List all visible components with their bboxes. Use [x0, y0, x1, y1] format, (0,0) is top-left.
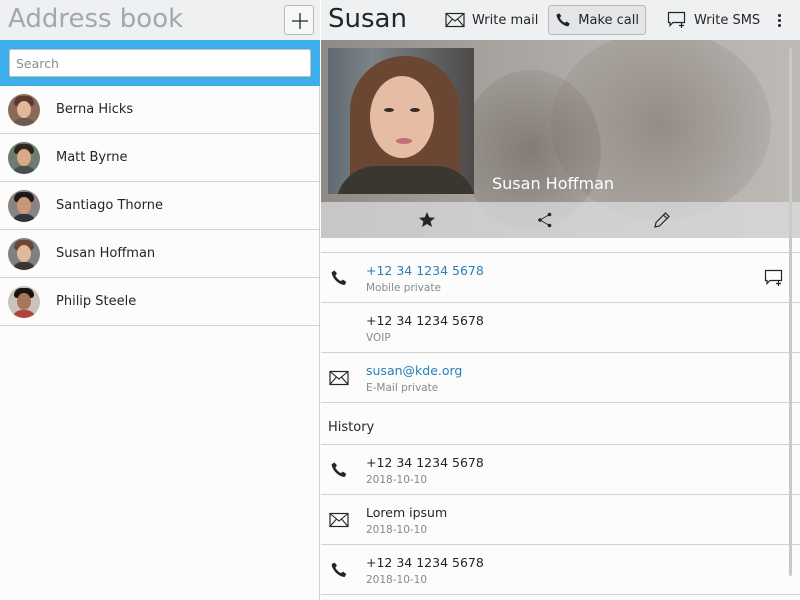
star-icon[interactable]	[417, 210, 437, 230]
address-book-pane: Address book Berna Hicks Matt Byrne Sant…	[0, 0, 320, 600]
write-mail-label: Write mail	[472, 12, 539, 28]
envelope-icon	[329, 370, 349, 386]
email-row[interactable]: susan@kde.org E-Mail private	[321, 353, 800, 403]
make-call-button[interactable]: Make call	[548, 5, 646, 35]
phone-number-link[interactable]: +12 34 1234 5678	[366, 263, 484, 278]
contact-name: Matt Byrne	[56, 150, 128, 165]
send-sms-icon[interactable]	[764, 269, 784, 287]
voip-type-label: VOIP	[366, 332, 391, 344]
phone-row-mobile[interactable]: +12 34 1234 5678 Mobile private	[321, 253, 800, 303]
contact-details: +12 34 1234 5678 Mobile private +12 34 1…	[321, 238, 800, 595]
phone-icon	[331, 270, 347, 285]
avatar	[8, 286, 40, 318]
history-item-title: +12 34 1234 5678	[366, 455, 484, 470]
email-link[interactable]: susan@kde.org	[366, 363, 462, 378]
history-title: History	[328, 420, 375, 435]
add-contact-button[interactable]	[284, 5, 314, 35]
history-section-header: History	[321, 403, 800, 445]
phone-type-label: Mobile private	[366, 282, 441, 294]
write-mail-button[interactable]: Write mail	[439, 5, 544, 35]
address-book-header: Address book	[0, 0, 320, 40]
contact-header: Susan Hoffman	[321, 40, 800, 238]
contact-item-susan-hoffman[interactable]: Susan Hoffman	[0, 230, 320, 278]
write-sms-button[interactable]: Write SMS	[661, 5, 766, 35]
search-input[interactable]	[9, 49, 311, 77]
contact-photo	[328, 48, 474, 194]
voip-number: +12 34 1234 5678	[366, 313, 484, 328]
scrollbar[interactable]	[789, 48, 792, 576]
history-item[interactable]: +12 34 1234 5678 2018-10-10	[321, 445, 800, 495]
phone-icon	[556, 13, 570, 27]
page-title: Susan	[328, 4, 407, 34]
history-item[interactable]: +12 34 1234 5678 2018-10-10	[321, 545, 800, 595]
avatar	[8, 142, 40, 174]
envelope-icon	[329, 512, 349, 528]
contact-name: Berna Hicks	[56, 102, 134, 117]
avatar	[8, 94, 40, 126]
contact-name: Santiago Thorne	[56, 198, 163, 213]
plus-icon	[292, 13, 308, 29]
contact-item-berna-hicks[interactable]: Berna Hicks	[0, 86, 320, 134]
share-icon[interactable]	[535, 210, 555, 230]
make-call-label: Make call	[578, 12, 639, 28]
phone-row-voip[interactable]: +12 34 1234 5678 VOIP	[321, 303, 800, 353]
contact-name: Philip Steele	[56, 294, 137, 309]
write-sms-label: Write SMS	[694, 12, 761, 28]
avatar	[8, 190, 40, 222]
contact-name: Susan Hoffman	[56, 246, 156, 261]
history-item-date: 2018-10-10	[366, 574, 428, 586]
avatar	[8, 238, 40, 270]
contact-full-name: Susan Hoffman	[492, 174, 615, 193]
detail-header: Susan Write mail Make call Write SMS	[321, 0, 800, 40]
phone-icon	[331, 462, 347, 477]
overflow-menu-icon[interactable]	[771, 8, 787, 32]
envelope-icon	[445, 12, 465, 28]
contact-detail-pane: Susan Write mail Make call Write SMS Sus…	[321, 0, 800, 600]
edit-icon[interactable]	[652, 210, 672, 230]
contact-item-philip-steele[interactable]: Philip Steele	[0, 278, 320, 326]
contact-item-matt-byrne[interactable]: Matt Byrne	[0, 134, 320, 182]
history-item-title: Lorem ipsum	[366, 505, 448, 520]
message-icon	[667, 11, 686, 28]
contact-actions-bar	[321, 202, 800, 238]
history-item[interactable]: Lorem ipsum 2018-10-10	[321, 495, 800, 545]
contact-list: Berna Hicks Matt Byrne Santiago Thorne S…	[0, 86, 320, 326]
history-item-date: 2018-10-10	[366, 474, 428, 486]
history-item-title: +12 34 1234 5678	[366, 555, 484, 570]
history-item-date: 2018-10-10	[366, 524, 428, 536]
phone-icon	[331, 562, 347, 577]
email-type-label: E-Mail private	[366, 382, 439, 394]
search-bar	[0, 40, 320, 86]
contact-item-santiago-thorne[interactable]: Santiago Thorne	[0, 182, 320, 230]
address-book-title: Address book	[8, 4, 184, 34]
